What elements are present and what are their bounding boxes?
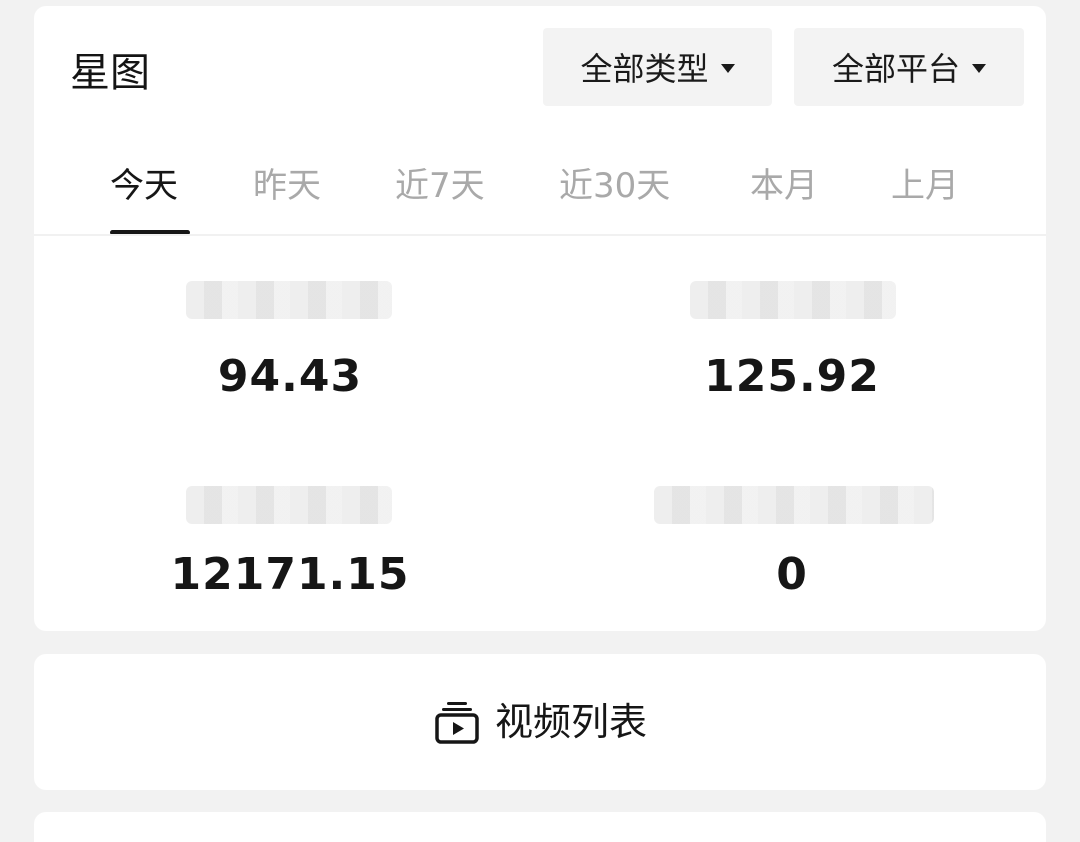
tab-last-month[interactable]: 上月 [891,164,959,208]
video-list-button[interactable]: 视频列表 [34,654,1046,790]
caret-down-icon [720,63,735,73]
video-list-icon [435,702,479,744]
tab-this-month[interactable]: 本月 [750,164,818,208]
tab-today[interactable]: 今天 [110,164,178,208]
tab-last-30-days[interactable]: 近30天 [559,164,670,208]
metric-value: 94.43 [217,351,363,402]
type-filter-dropdown[interactable]: 全部类型 [543,28,772,106]
tab-last-7-days[interactable]: 近7天 [395,164,485,208]
stats-card: 星图 全部类型 全部平台 今天 昨天 近7天 近30天 本月 上月 94.43 … [34,6,1046,631]
metric-label-blurred [654,486,934,524]
page-title: 星图 [70,50,150,96]
next-card [34,812,1046,842]
divider [34,234,1046,236]
metric-value: 12171.15 [170,549,410,600]
date-range-tabs: 今天 昨天 近7天 近30天 本月 上月 [34,164,1046,235]
metric-value: 125.92 [704,351,880,402]
platform-filter-label: 全部平台 [831,50,960,88]
metric-label-blurred [690,281,896,319]
metric-label-blurred [186,486,392,524]
metric-value: 0 [776,549,808,600]
platform-filter-dropdown[interactable]: 全部平台 [794,28,1024,106]
caret-down-icon [972,63,986,73]
video-list-label: 视频列表 [494,700,647,744]
metric-label-blurred [186,281,392,319]
tab-yesterday[interactable]: 昨天 [253,164,321,208]
type-filter-label: 全部类型 [580,50,709,88]
